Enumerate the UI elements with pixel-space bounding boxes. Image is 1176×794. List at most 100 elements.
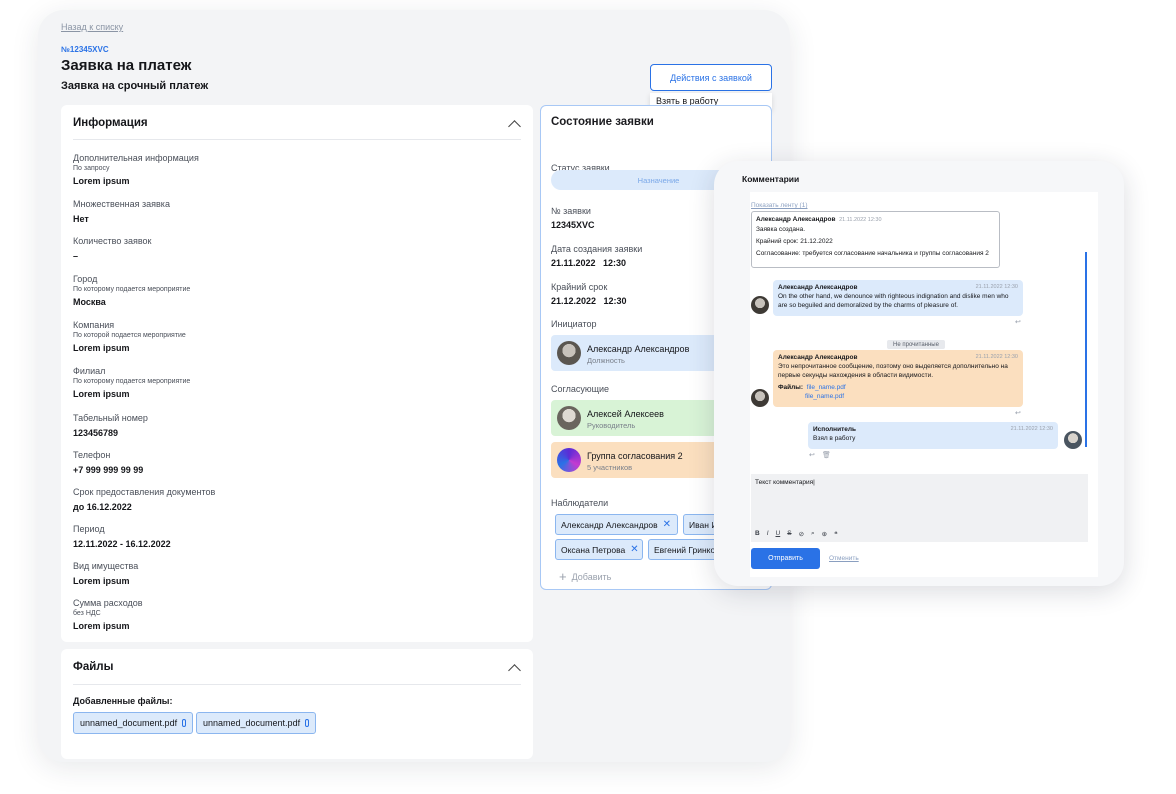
created-value: 21.11.2022 12:30 [551,258,627,268]
observer-tag[interactable]: Оксана Петрова ✕ [555,539,643,560]
strikethrough-icon[interactable]: S [787,530,791,538]
italic-icon[interactable]: I [767,530,769,538]
file-link[interactable]: file_name.pdf [807,384,846,391]
field-doc-deadline: Срок предоставления документов до 16.12.… [73,487,215,514]
message-line: Крайний срок: 21.12.2022 [756,238,833,245]
field-value: – [73,251,79,261]
field-value: Lorem ipsum [73,576,130,586]
info-card: Информация Дополнительная информация По … [61,105,533,642]
chevron-up-icon[interactable] [508,664,521,677]
reply-icon[interactable]: ↩ [1015,409,1021,417]
chevron-up-icon[interactable] [508,120,521,133]
actions-button[interactable]: Действия с заявкой [650,64,772,91]
reply-icon[interactable]: ↩ [809,451,815,459]
field-value: 123456789 [73,428,119,438]
avatar [751,389,769,407]
bold-icon[interactable]: B [755,530,760,538]
mention-user-icon[interactable]: ⊕ [822,530,827,538]
field-property-type: Вид имущества Lorem ipsum [73,561,138,588]
unread-divider: Не прочитанные [887,340,945,349]
avatar [557,341,581,365]
message-time: 21.11.2022 12:30 [975,284,1018,290]
field-value: Lorem ipsum [73,343,130,353]
field-value: Lorem ipsum [73,621,130,631]
number-value: 12345XVC [551,220,595,230]
remove-icon[interactable]: ✕ [630,544,638,555]
field-sublabel: По которому подается мероприятие [73,286,191,293]
created-label: Дата создания заявки [551,244,643,254]
file-link[interactable]: file_name.pdf [805,393,844,400]
person-name: Алексей Алексеев [587,409,664,419]
comment-text: Текст комментария [755,479,814,486]
field-label: Филиал [73,366,106,376]
field-label: Сумма расходов [73,598,143,608]
observer-name: Оксана Петрова [561,544,626,555]
scrollbar[interactable] [1085,252,1087,447]
file-name: unnamed_document.pdf [80,718,178,728]
attach-icon[interactable]: ⌕ [811,530,815,538]
approvers-label: Согласующие [551,384,610,394]
message-text: Взял в работу [813,435,856,442]
avatar [1064,431,1082,449]
field-label: Количество заявок [73,236,152,246]
message-text: Это непрочитанное сообщение, поэтому оно… [778,363,1008,379]
divider [73,684,521,685]
field-value: Нет [73,214,89,224]
remove-icon[interactable]: ✕ [663,519,671,530]
field-phone: Телефон +7 999 999 99 99 [73,450,143,477]
field-value: Москва [73,297,106,307]
file-chip[interactable]: unnamed_document.pdf [73,712,194,734]
field-value: Lorem ipsum [73,389,130,399]
divider [73,139,521,140]
group-avatar [557,448,581,472]
paperclip-icon [305,719,310,727]
reply-icon[interactable]: ↩ [1015,318,1021,326]
field-period: Период 12.11.2022 - 16.12.2022 [73,524,171,551]
cancel-button[interactable]: Отменить [829,555,859,562]
number-label: № заявки [551,206,591,216]
field-value: Lorem ipsum [73,176,130,186]
file-chip[interactable]: unnamed_document.pdf [196,712,317,734]
comments-panel: Комментарии Показать ленту (1) Александр… [714,161,1124,586]
field-sublabel: По запросу [73,165,110,172]
added-files-label: Добавленные файлы: [73,696,173,706]
observer-tag[interactable]: Александр Александров ✕ [555,514,678,535]
observer-tag[interactable]: Евгений Гринко [648,539,723,560]
person-role: Должность [587,356,625,365]
link-icon[interactable]: ⊘ [799,530,804,538]
show-feed-link[interactable]: Показать ленту (1) [751,202,808,209]
field-label: Период [73,524,105,534]
plus-icon: + [559,569,567,584]
underline-icon[interactable]: U [776,530,781,538]
field-sublabel: По которой подается мероприятие [73,332,186,339]
quote-icon[interactable]: ❝ [834,530,838,538]
add-observer-button[interactable]: + Добавить [559,569,611,584]
system-message: Александр Александров 21.11.2022 12:30 З… [751,211,1000,268]
observer-name: Евгений Гринко [654,544,716,555]
field-sublabel: без НДС [73,610,101,617]
observers-label: Наблюдатели [551,498,609,508]
comment-input[interactable]: Текст комментария| B I U S ⊘ ⌕ ⊕ ❝ [751,474,1088,542]
send-button[interactable]: Отправить [751,548,820,569]
message-text: On the other hand, we denounce with righ… [778,293,1009,309]
field-sublabel: По которому подается мероприятие [73,378,191,385]
observer-name: Александр Александров [561,519,658,530]
files-title: Файлы [73,661,114,673]
message-line: Заявка создана. [756,226,806,233]
back-link[interactable]: Назад к списку [61,22,123,32]
comment-message: Александр Александров 21.11.2022 12:30 O… [773,280,1023,316]
files-label: Файлы: [778,384,804,391]
status-title: Состояние заявки [551,116,654,128]
field-label: Срок предоставления документов [73,487,216,497]
field-expenses: Сумма расходов без НДС Lorem ipsum [73,598,143,633]
field-label: Вид имущества [73,561,139,571]
field-label: Город [73,274,98,284]
message-time: 21.11.2022 12:30 [975,354,1018,360]
field-additional-info: Дополнительная информация По запросу Lor… [73,153,199,188]
field-branch: Филиал По которому подается мероприятие … [73,366,190,401]
group-members-count: 5 участников [587,463,633,472]
trash-icon[interactable]: 🗑 [822,451,831,459]
field-label: Табельный номер [73,413,148,423]
field-label: Множественная заявка [73,199,170,209]
initiator-label: Инициатор [551,319,597,329]
